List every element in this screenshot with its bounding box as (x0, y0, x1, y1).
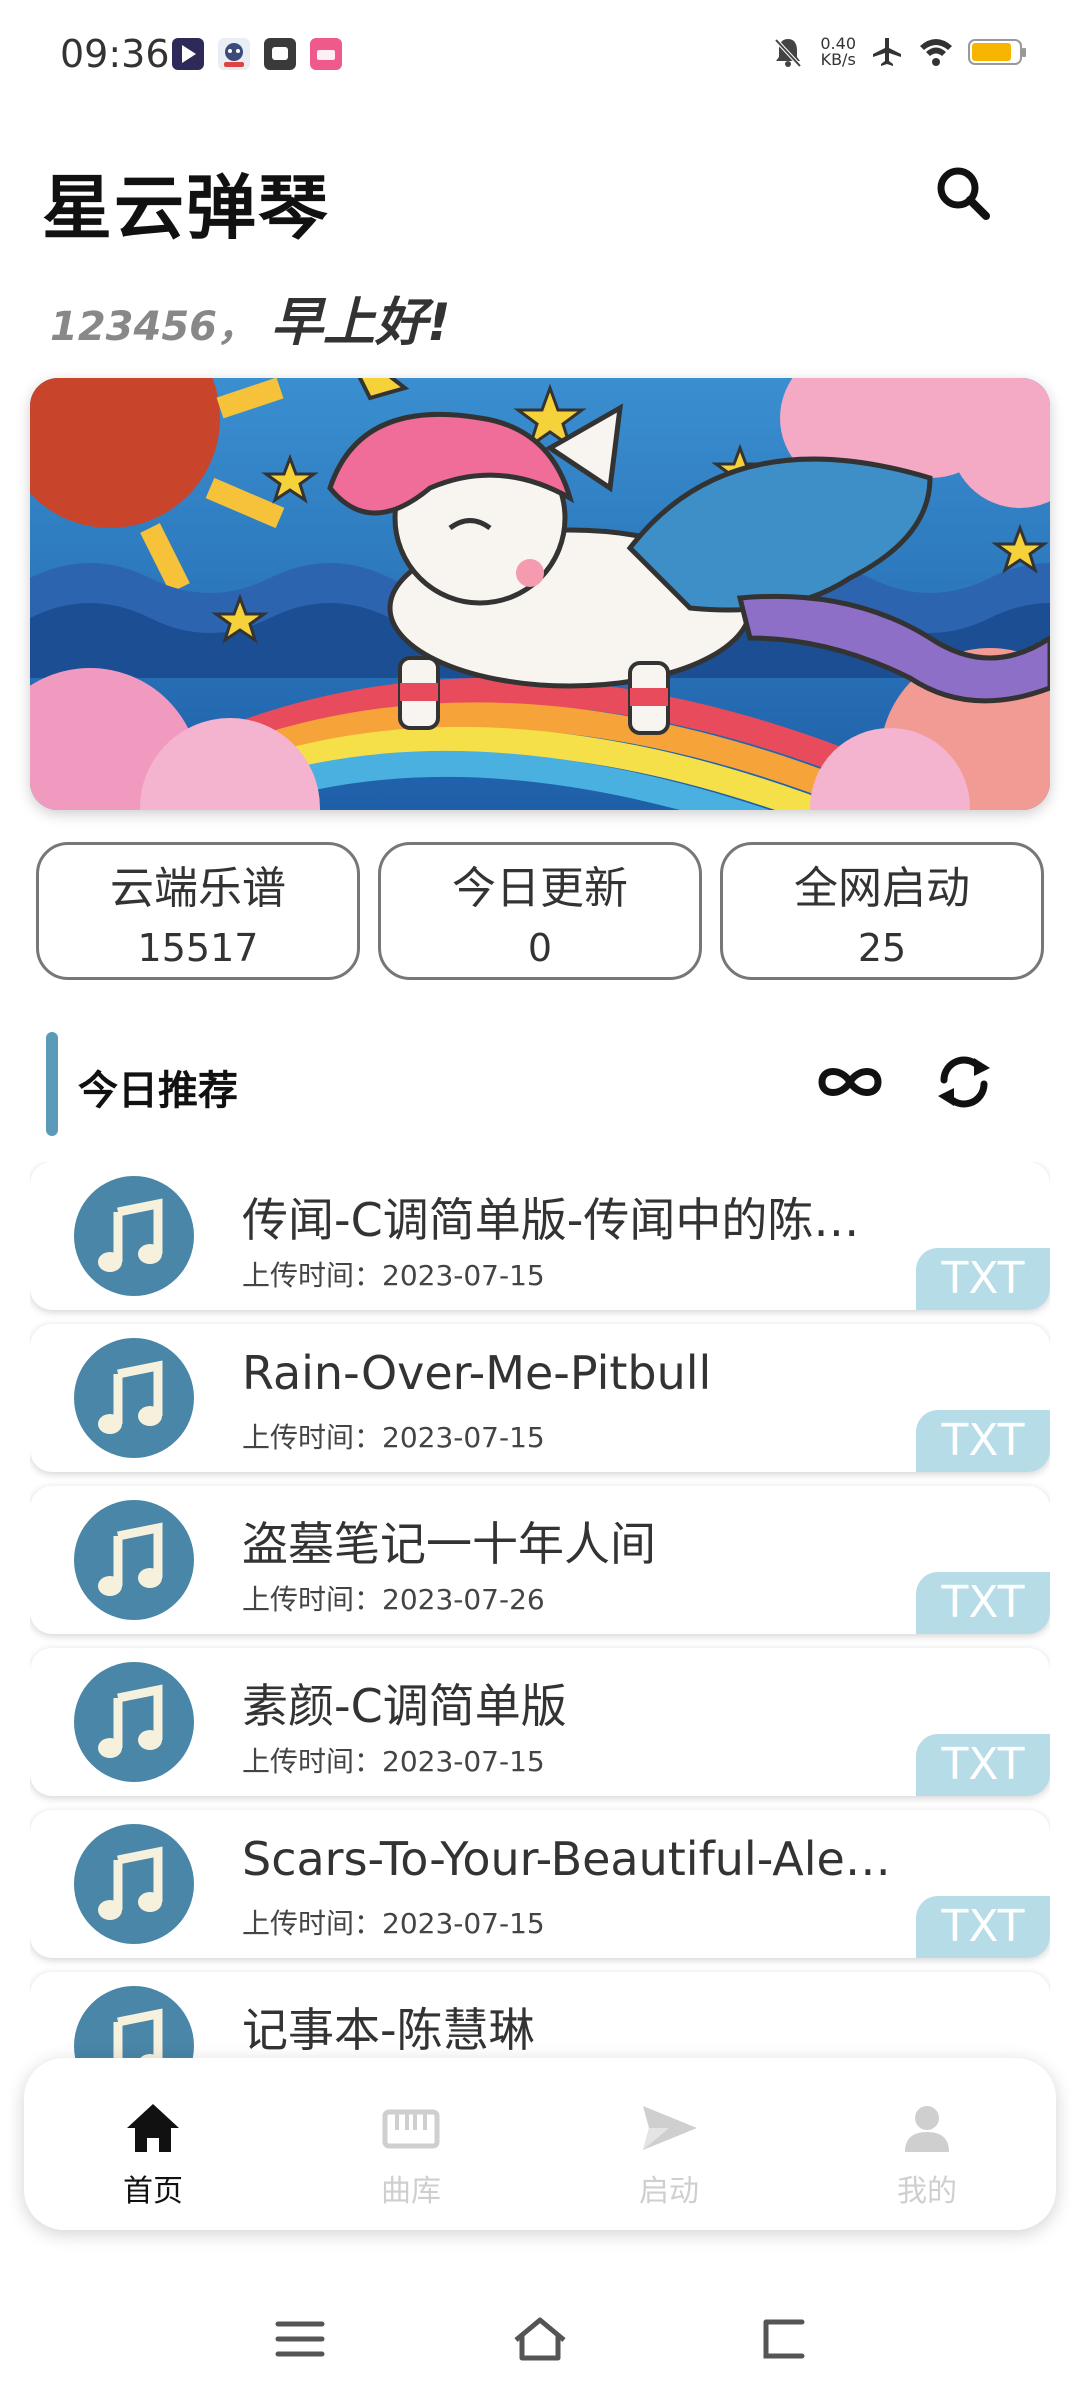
loop-button[interactable] (812, 1052, 888, 1112)
battery-icon (968, 39, 1026, 65)
refresh-button[interactable] (928, 1046, 1000, 1118)
system-navigation (0, 2300, 1080, 2380)
song-title: 素颜-C调简单版 (242, 1679, 567, 1733)
wifi-icon (920, 39, 952, 66)
upload-time: 上传时间：2023-07-15 (242, 1259, 545, 1292)
unicorn-illustration (30, 378, 1050, 810)
upload-time: 上传时间：2023-07-26 (242, 1583, 545, 1616)
nav-profile[interactable]: 我的 (798, 2058, 1056, 2230)
section-title: 今日推荐 (78, 1068, 238, 1114)
stat-today-updates[interactable]: 今日更新 0 (378, 842, 702, 980)
nav-library[interactable]: 曲库 (282, 2058, 540, 2230)
person-icon (905, 2106, 949, 2152)
shop-app-icon (310, 38, 342, 70)
bottom-navigation: 首页 曲库 启动 我的 (24, 2058, 1056, 2230)
greeting-text: 早上好! (271, 293, 451, 353)
game-app-icon (218, 38, 250, 70)
infinity-loop-icon (818, 1068, 882, 1096)
list-item[interactable]: 记事本-陈慧琳 (30, 1972, 1050, 2058)
format-badge: TXT (916, 1410, 1050, 1472)
piano-keys-icon (382, 2109, 440, 2149)
stat-cloud-scores[interactable]: 云端乐谱 15517 (36, 842, 360, 980)
video-app-icon (172, 38, 204, 70)
list-item[interactable]: 盗墓笔记一十年人间 上传时间：2023-07-26 TXT (30, 1486, 1050, 1634)
nav-home[interactable]: 首页 (24, 2058, 282, 2230)
stats-row: 云端乐谱 15517 今日更新 0 全网启动 25 (36, 842, 1044, 980)
format-badge: TXT (916, 1248, 1050, 1310)
music-note-icon (74, 1824, 194, 1944)
nav-label: 启动 (639, 2174, 699, 2209)
search-button[interactable] (928, 158, 1000, 230)
song-title: 盗墓笔记一十年人间 (242, 1517, 656, 1571)
mute-bell-icon (774, 38, 802, 68)
nav-label: 曲库 (381, 2174, 441, 2209)
music-note-icon (74, 1176, 194, 1296)
banner-image[interactable] (30, 378, 1050, 810)
music-note-icon (74, 1986, 194, 2058)
format-badge: TXT (916, 1572, 1050, 1634)
song-title: 传闻-C调简单版-传闻中的陈芊芊 (242, 1193, 902, 1247)
net-speed: 0.40 KB/s (820, 34, 856, 69)
format-badge: TXT (916, 1896, 1050, 1958)
upload-time: 上传时间：2023-07-15 (242, 1907, 545, 1940)
format-badge: TXT (916, 1734, 1050, 1796)
greeting-username: 123456， (50, 304, 257, 350)
music-note-icon (74, 1500, 194, 1620)
section-accent-bar (46, 1032, 58, 1136)
recommend-list[interactable]: 传闻-C调简单版-传闻中的陈芊芊 上传时间：2023-07-15 TXT Rai… (30, 1162, 1050, 2058)
app-title: 星云弹琴 (42, 167, 330, 249)
home-icon (127, 2104, 179, 2152)
back-icon[interactable] (752, 2312, 812, 2366)
list-item[interactable]: 素颜-C调简单版 上传时间：2023-07-15 TXT (30, 1648, 1050, 1796)
system-home-icon[interactable] (510, 2312, 570, 2366)
status-time: 09:36 (60, 32, 170, 76)
battery-level (972, 43, 1012, 61)
list-item[interactable]: Scars-To-Your-Beautiful-Alessia 上传时间：202… (30, 1810, 1050, 1958)
refresh-icon (938, 1056, 990, 1108)
list-item[interactable]: 传闻-C调简单版-传闻中的陈芊芊 上传时间：2023-07-15 TXT (30, 1162, 1050, 1310)
song-title: Scars-To-Your-Beautiful-Alessia (242, 1832, 902, 1886)
greeting: 123456， 早上好! (50, 280, 451, 355)
status-bar: 09:36 0.40 KB/s (0, 0, 1080, 110)
music-note-icon (74, 1662, 194, 1782)
nav-label: 我的 (897, 2174, 957, 2209)
upload-time: 上传时间：2023-07-15 (242, 1421, 545, 1454)
notification-icons (172, 38, 342, 70)
airplane-icon (873, 38, 901, 66)
upload-time: 上传时间：2023-07-15 (242, 1745, 545, 1778)
song-title: 记事本-陈慧琳 (242, 2003, 535, 2057)
nav-label: 首页 (123, 2174, 183, 2209)
send-icon (643, 2106, 697, 2150)
song-title: Rain-Over-Me-Pitbull (242, 1346, 712, 1400)
search-icon (937, 167, 990, 220)
stat-network-launches[interactable]: 全网启动 25 (720, 842, 1044, 980)
list-item[interactable]: Rain-Over-Me-Pitbull 上传时间：2023-07-15 TXT (30, 1324, 1050, 1472)
music-note-icon (74, 1338, 194, 1458)
message-app-icon (264, 38, 296, 70)
status-indicators: 0.40 KB/s (770, 34, 1026, 70)
menu-icon[interactable] (270, 2312, 330, 2366)
nav-launch[interactable]: 启动 (540, 2058, 798, 2230)
